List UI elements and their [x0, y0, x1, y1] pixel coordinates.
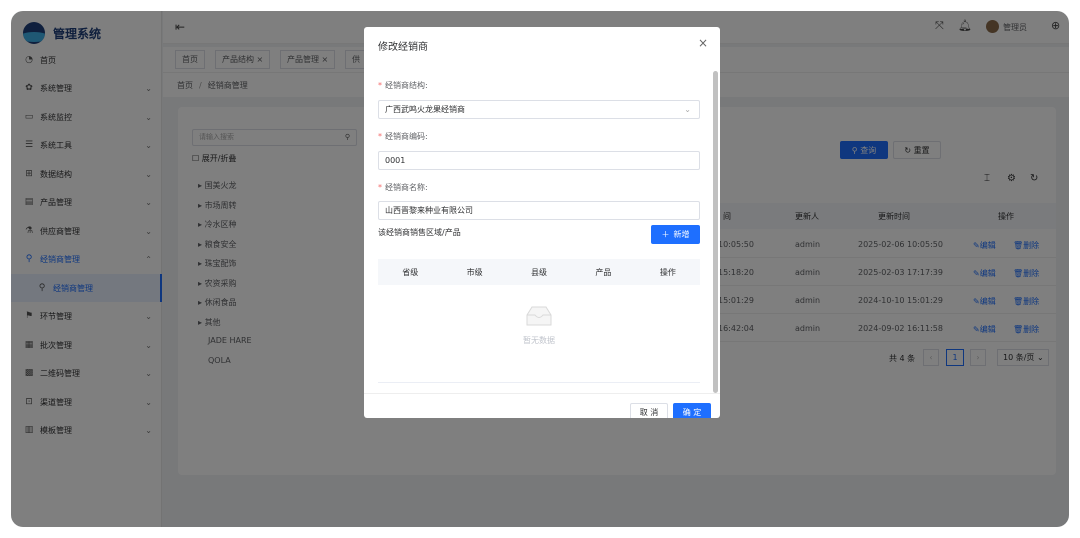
field-name-label: * 经销商名称:	[378, 182, 428, 193]
field-structure-label: * 经销商结构:	[378, 80, 428, 91]
column-header: 市级	[466, 267, 483, 277]
structure-value: 广西武鸣火龙果经销商	[385, 105, 465, 114]
region-section-title: 该经销商销售区域/产品	[378, 228, 461, 237]
empty-inbox-icon	[526, 306, 552, 326]
name-value: 山西晋黎来种业有限公司	[385, 206, 473, 215]
label-text: 经销商结构:	[385, 81, 428, 90]
plus-icon: ＋	[661, 230, 670, 239]
app-window: 管理系统 ◔首页✿系统管理⌄▭系统监控⌄☰系统工具⌄⊞数据结构⌄▤产品管理⌄⚗供…	[11, 11, 1069, 527]
edit-distributor-dialog: 修改经销商 × * 经销商结构: 广西武鸣火龙果经销商 ⌄ * 经销商编码: 0001…	[364, 27, 720, 418]
column-header: 县级	[531, 267, 548, 277]
required-mark: *	[378, 183, 382, 192]
field-code-label: * 经销商编码:	[378, 131, 428, 142]
structure-select[interactable]: 广西武鸣火龙果经销商 ⌄	[378, 100, 700, 119]
dialog-title: 修改经销商	[378, 42, 428, 53]
required-mark: *	[378, 132, 382, 141]
cancel-button[interactable]: 取 消	[630, 403, 668, 418]
column-header: 操作	[659, 267, 676, 277]
empty-text: 暂无数据	[523, 336, 555, 345]
confirm-button[interactable]: 确 定	[673, 403, 711, 418]
add-label: 新增	[673, 230, 690, 239]
column-header: 产品	[595, 267, 612, 277]
close-icon[interactable]: ×	[698, 36, 708, 50]
code-input[interactable]: 0001	[378, 151, 700, 170]
region-table-header: 省级 市级 县级 产品 操作	[378, 259, 700, 285]
label-text: 经销商编码:	[385, 132, 428, 141]
add-region-button[interactable]: ＋新增	[651, 225, 700, 244]
code-value: 0001	[385, 156, 406, 165]
label-text: 经销商名称:	[385, 183, 428, 192]
column-header: 省级	[402, 267, 419, 277]
name-input[interactable]: 山西晋黎来种业有限公司	[378, 201, 700, 220]
chevron-down-icon: ⌄	[684, 105, 691, 114]
required-mark: *	[378, 81, 382, 90]
region-table-empty: 暂无数据	[378, 285, 700, 383]
dialog-footer-divider	[364, 393, 720, 394]
dialog-scrollbar[interactable]	[713, 71, 718, 393]
